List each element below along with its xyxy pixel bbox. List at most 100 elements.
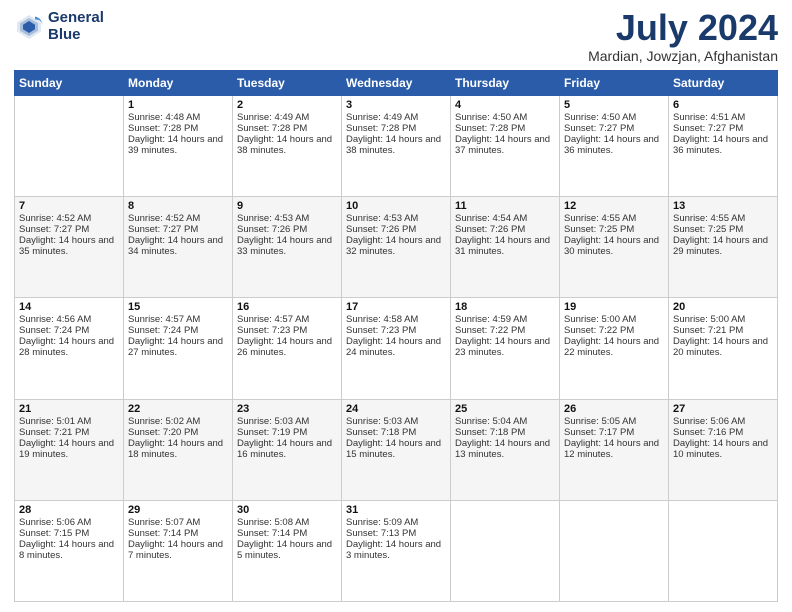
day-number: 10 [346, 200, 446, 212]
week-row-4: 21Sunrise: 5:01 AMSunset: 7:21 PMDayligh… [15, 399, 778, 500]
sunset-text: Sunset: 7:25 PM [564, 224, 664, 235]
day-number: 20 [673, 301, 773, 313]
sunrise-text: Sunrise: 4:57 AM [237, 314, 337, 325]
daylight-text: Daylight: 14 hours and 35 minutes. [19, 235, 119, 257]
daylight-text: Daylight: 14 hours and 7 minutes. [128, 539, 228, 561]
day-number: 17 [346, 301, 446, 313]
daylight-text: Daylight: 14 hours and 22 minutes. [564, 336, 664, 358]
sunset-text: Sunset: 7:18 PM [346, 427, 446, 438]
daylight-text: Daylight: 14 hours and 23 minutes. [455, 336, 555, 358]
sunset-text: Sunset: 7:26 PM [346, 224, 446, 235]
sunrise-text: Sunrise: 5:06 AM [19, 517, 119, 528]
calendar-cell: 12Sunrise: 4:55 AMSunset: 7:25 PMDayligh… [560, 197, 669, 298]
sunset-text: Sunset: 7:21 PM [19, 427, 119, 438]
day-number: 23 [237, 403, 337, 415]
daylight-text: Daylight: 14 hours and 34 minutes. [128, 235, 228, 257]
calendar-cell: 19Sunrise: 5:00 AMSunset: 7:22 PMDayligh… [560, 298, 669, 399]
sunrise-text: Sunrise: 4:56 AM [19, 314, 119, 325]
sunset-text: Sunset: 7:27 PM [19, 224, 119, 235]
calendar-cell: 3Sunrise: 4:49 AMSunset: 7:28 PMDaylight… [342, 96, 451, 197]
daylight-text: Daylight: 14 hours and 19 minutes. [19, 438, 119, 460]
day-number: 28 [19, 504, 119, 516]
sunrise-text: Sunrise: 5:01 AM [19, 416, 119, 427]
sunset-text: Sunset: 7:22 PM [455, 325, 555, 336]
calendar-cell: 22Sunrise: 5:02 AMSunset: 7:20 PMDayligh… [124, 399, 233, 500]
day-number: 22 [128, 403, 228, 415]
daylight-text: Daylight: 14 hours and 38 minutes. [346, 134, 446, 156]
sunset-text: Sunset: 7:24 PM [128, 325, 228, 336]
calendar-cell: 28Sunrise: 5:06 AMSunset: 7:15 PMDayligh… [15, 500, 124, 601]
day-number: 12 [564, 200, 664, 212]
calendar-cell: 1Sunrise: 4:48 AMSunset: 7:28 PMDaylight… [124, 96, 233, 197]
day-header-friday: Friday [560, 71, 669, 96]
calendar-cell: 2Sunrise: 4:49 AMSunset: 7:28 PMDaylight… [233, 96, 342, 197]
day-number: 16 [237, 301, 337, 313]
day-number: 31 [346, 504, 446, 516]
day-number: 9 [237, 200, 337, 212]
sunset-text: Sunset: 7:26 PM [455, 224, 555, 235]
sunrise-text: Sunrise: 5:07 AM [128, 517, 228, 528]
day-number: 8 [128, 200, 228, 212]
calendar-cell: 30Sunrise: 5:08 AMSunset: 7:14 PMDayligh… [233, 500, 342, 601]
calendar-cell: 13Sunrise: 4:55 AMSunset: 7:25 PMDayligh… [669, 197, 778, 298]
day-number: 27 [673, 403, 773, 415]
day-number: 26 [564, 403, 664, 415]
sunrise-text: Sunrise: 4:50 AM [564, 112, 664, 123]
sunrise-text: Sunrise: 4:52 AM [19, 213, 119, 224]
calendar-cell: 25Sunrise: 5:04 AMSunset: 7:18 PMDayligh… [451, 399, 560, 500]
sunset-text: Sunset: 7:17 PM [564, 427, 664, 438]
sunrise-text: Sunrise: 4:54 AM [455, 213, 555, 224]
calendar-cell: 7Sunrise: 4:52 AMSunset: 7:27 PMDaylight… [15, 197, 124, 298]
calendar-cell: 15Sunrise: 4:57 AMSunset: 7:24 PMDayligh… [124, 298, 233, 399]
sunset-text: Sunset: 7:26 PM [237, 224, 337, 235]
sunrise-text: Sunrise: 4:53 AM [346, 213, 446, 224]
daylight-text: Daylight: 14 hours and 37 minutes. [455, 134, 555, 156]
sunrise-text: Sunrise: 5:06 AM [673, 416, 773, 427]
sunset-text: Sunset: 7:18 PM [455, 427, 555, 438]
sunrise-text: Sunrise: 5:02 AM [128, 416, 228, 427]
day-header-tuesday: Tuesday [233, 71, 342, 96]
calendar-cell: 8Sunrise: 4:52 AMSunset: 7:27 PMDaylight… [124, 197, 233, 298]
sunset-text: Sunset: 7:16 PM [673, 427, 773, 438]
daylight-text: Daylight: 14 hours and 29 minutes. [673, 235, 773, 257]
sunset-text: Sunset: 7:27 PM [128, 224, 228, 235]
title-section: July 2024 Mardian, Jowzjan, Afghanistan [588, 10, 778, 64]
calendar-cell: 23Sunrise: 5:03 AMSunset: 7:19 PMDayligh… [233, 399, 342, 500]
daylight-text: Daylight: 14 hours and 36 minutes. [673, 134, 773, 156]
day-number: 1 [128, 99, 228, 111]
sunset-text: Sunset: 7:14 PM [237, 528, 337, 539]
calendar-cell: 10Sunrise: 4:53 AMSunset: 7:26 PMDayligh… [342, 197, 451, 298]
day-header-thursday: Thursday [451, 71, 560, 96]
day-number: 30 [237, 504, 337, 516]
sunrise-text: Sunrise: 5:04 AM [455, 416, 555, 427]
week-row-2: 7Sunrise: 4:52 AMSunset: 7:27 PMDaylight… [15, 197, 778, 298]
day-number: 18 [455, 301, 555, 313]
daylight-text: Daylight: 14 hours and 24 minutes. [346, 336, 446, 358]
calendar-cell: 11Sunrise: 4:54 AMSunset: 7:26 PMDayligh… [451, 197, 560, 298]
day-header-saturday: Saturday [669, 71, 778, 96]
calendar-cell: 4Sunrise: 4:50 AMSunset: 7:28 PMDaylight… [451, 96, 560, 197]
day-header-wednesday: Wednesday [342, 71, 451, 96]
daylight-text: Daylight: 14 hours and 38 minutes. [237, 134, 337, 156]
sunrise-text: Sunrise: 4:57 AM [128, 314, 228, 325]
day-number: 4 [455, 99, 555, 111]
calendar-cell: 27Sunrise: 5:06 AMSunset: 7:16 PMDayligh… [669, 399, 778, 500]
day-number: 6 [673, 99, 773, 111]
sunrise-text: Sunrise: 5:03 AM [237, 416, 337, 427]
daylight-text: Daylight: 14 hours and 10 minutes. [673, 438, 773, 460]
sunrise-text: Sunrise: 4:49 AM [346, 112, 446, 123]
sunrise-text: Sunrise: 4:49 AM [237, 112, 337, 123]
week-row-5: 28Sunrise: 5:06 AMSunset: 7:15 PM Dayligh… [15, 500, 778, 601]
day-header-sunday: Sunday [15, 71, 124, 96]
sunset-text: Sunset: 7:19 PM [237, 427, 337, 438]
sunset-text: Sunset: 7:25 PM [673, 224, 773, 235]
sunset-text: Sunset: 7:15 PM [19, 528, 119, 539]
calendar-cell: 17Sunrise: 4:58 AMSunset: 7:23 PMDayligh… [342, 298, 451, 399]
day-number: 14 [19, 301, 119, 313]
daylight-text: Daylight: 14 hours and 26 minutes. [237, 336, 337, 358]
logo: General Blue [14, 10, 104, 43]
sunset-text: Sunset: 7:28 PM [346, 123, 446, 134]
logo-text: General Blue [48, 10, 104, 43]
day-number: 19 [564, 301, 664, 313]
sunrise-text: Sunrise: 4:52 AM [128, 213, 228, 224]
